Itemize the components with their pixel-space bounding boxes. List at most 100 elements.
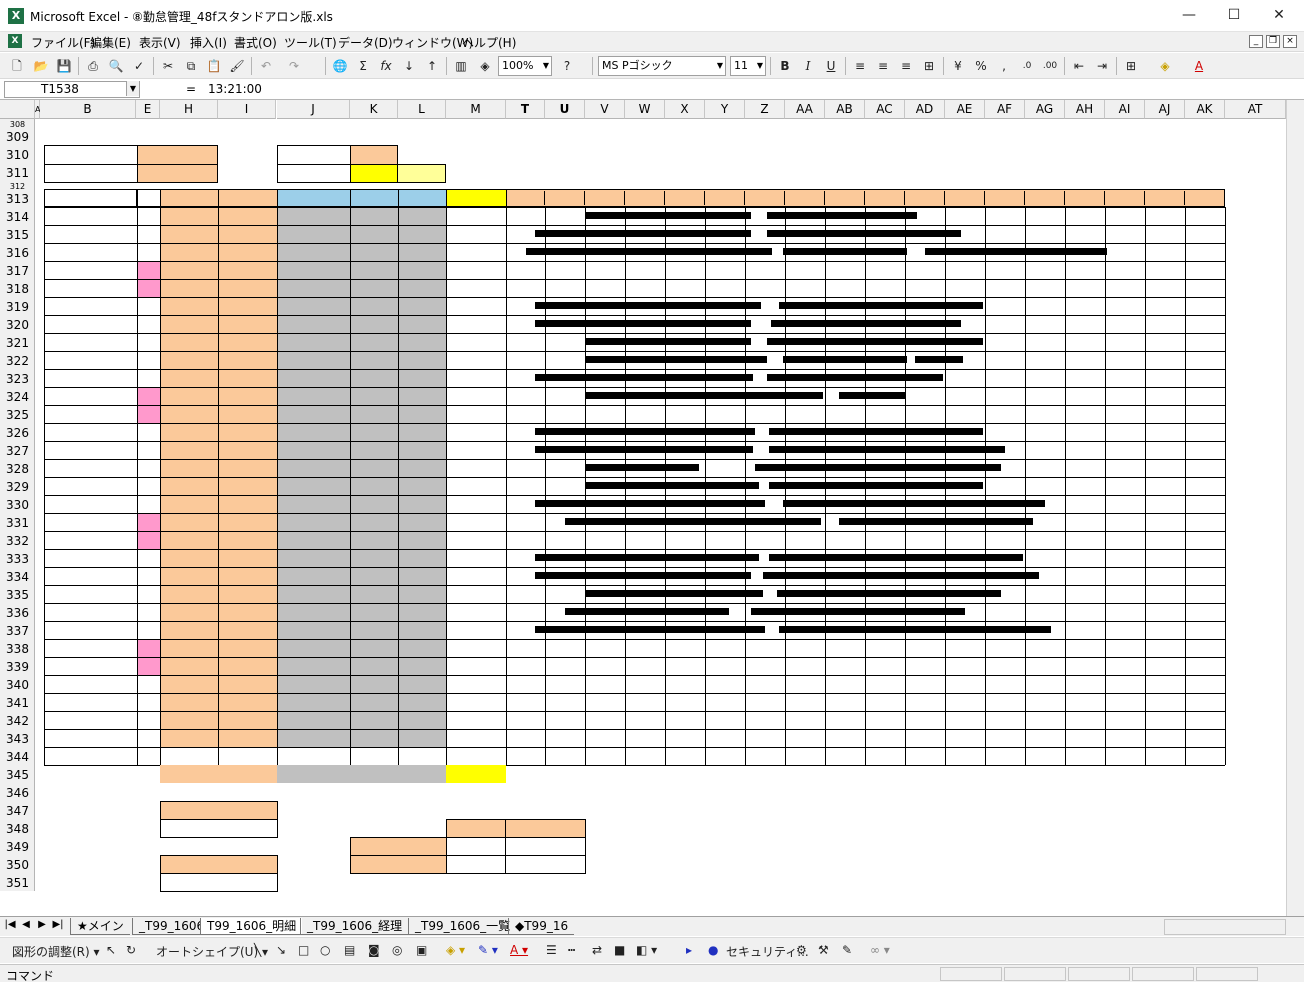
overtime-cell[interactable] bbox=[350, 477, 399, 496]
arrow-icon[interactable]: ↘ bbox=[276, 943, 286, 957]
date-cell[interactable] bbox=[44, 513, 138, 532]
row-header[interactable]: 334 bbox=[0, 567, 35, 585]
row-header[interactable]: 330 bbox=[0, 495, 35, 513]
pay-cell[interactable] bbox=[160, 513, 219, 532]
align-right-icon[interactable]: ≡ bbox=[897, 57, 915, 75]
row-header[interactable]: 327 bbox=[0, 441, 35, 459]
menu-item[interactable]: ツール(T) bbox=[284, 34, 337, 51]
mdi-restore-button[interactable]: ❐ bbox=[1266, 35, 1280, 48]
next-sheet-icon[interactable]: ▶ bbox=[36, 919, 48, 930]
date-cell[interactable] bbox=[44, 459, 138, 478]
meal-cell[interactable] bbox=[446, 243, 507, 262]
row-header[interactable]: 314 bbox=[0, 207, 35, 225]
row-header[interactable]: 329 bbox=[0, 477, 35, 495]
increase-indent-icon[interactable]: ⇥ bbox=[1093, 57, 1111, 75]
work-time-cell[interactable] bbox=[277, 297, 351, 316]
pay-cell[interactable] bbox=[160, 639, 219, 658]
horizontal-scrollbar[interactable] bbox=[1164, 919, 1286, 935]
underline-button[interactable]: U bbox=[822, 57, 840, 75]
row-header[interactable]: 349 bbox=[0, 837, 35, 855]
night-cell[interactable] bbox=[398, 369, 447, 388]
night-cell[interactable] bbox=[398, 549, 447, 568]
row-header[interactable]: 326 bbox=[0, 423, 35, 441]
meal-cell[interactable] bbox=[446, 297, 507, 316]
work-time-cell[interactable] bbox=[277, 621, 351, 640]
date-cell[interactable] bbox=[44, 441, 138, 460]
overtime-cell[interactable] bbox=[350, 621, 399, 640]
empty-cell[interactable] bbox=[137, 747, 161, 766]
align-left-icon[interactable]: ≡ bbox=[851, 57, 869, 75]
date-cell[interactable] bbox=[44, 639, 138, 658]
close-button[interactable]: ✕ bbox=[1264, 4, 1294, 26]
row-header[interactable]: 341 bbox=[0, 693, 35, 711]
night-cell[interactable] bbox=[398, 351, 447, 370]
date-cell[interactable] bbox=[44, 549, 138, 568]
column-header[interactable]: AH bbox=[1065, 100, 1105, 119]
pay-cell[interactable] bbox=[160, 549, 219, 568]
date-cell[interactable] bbox=[44, 621, 138, 640]
weekday-cell[interactable] bbox=[137, 549, 161, 568]
weekday-cell[interactable] bbox=[137, 261, 161, 280]
work-time-cell[interactable] bbox=[277, 261, 351, 280]
weekday-cell[interactable] bbox=[137, 531, 161, 550]
meal-cell[interactable] bbox=[446, 693, 507, 712]
night-cell[interactable] bbox=[398, 297, 447, 316]
paste-icon[interactable]: 📋 bbox=[205, 57, 223, 75]
night-cell[interactable] bbox=[398, 657, 447, 676]
night-cell[interactable] bbox=[398, 603, 447, 622]
diagram-icon[interactable]: ◎ bbox=[392, 943, 402, 957]
weekday-cell[interactable] bbox=[137, 297, 161, 316]
menu-item[interactable]: 書式(O) bbox=[234, 34, 277, 51]
date-cell[interactable] bbox=[44, 369, 138, 388]
row-header[interactable]: 325 bbox=[0, 405, 35, 423]
row-header[interactable]: 324 bbox=[0, 387, 35, 405]
add-pay-cell[interactable] bbox=[218, 333, 278, 352]
column-header[interactable]: Z bbox=[745, 100, 785, 119]
meal-cell[interactable] bbox=[446, 495, 507, 514]
night-cell[interactable] bbox=[398, 639, 447, 658]
menu-item[interactable]: データ(D) bbox=[338, 34, 393, 51]
pay-cell[interactable] bbox=[160, 585, 219, 604]
row-header[interactable]: 345 bbox=[0, 765, 35, 783]
overtime-cell[interactable] bbox=[350, 405, 399, 424]
column-header[interactable]: L bbox=[398, 100, 446, 119]
menu-item[interactable]: 表示(V) bbox=[139, 34, 181, 51]
night-cell[interactable] bbox=[398, 423, 447, 442]
meal-cell[interactable] bbox=[446, 513, 507, 532]
row-header[interactable]: 322 bbox=[0, 351, 35, 369]
work-time-cell[interactable] bbox=[277, 513, 351, 532]
night-cell[interactable] bbox=[398, 387, 447, 406]
work-time-cell[interactable] bbox=[277, 333, 351, 352]
font-color-draw-icon[interactable]: A ▾ bbox=[510, 943, 528, 957]
meal-cell[interactable] bbox=[446, 639, 507, 658]
column-header[interactable]: K bbox=[350, 100, 398, 119]
night-cell[interactable] bbox=[398, 531, 447, 550]
overtime-cell[interactable] bbox=[350, 567, 399, 586]
row-header[interactable]: 320 bbox=[0, 315, 35, 333]
meal-cell[interactable] bbox=[446, 333, 507, 352]
date-cell[interactable] bbox=[44, 297, 138, 316]
column-header[interactable]: V bbox=[585, 100, 625, 119]
add-pay-cell[interactable] bbox=[218, 459, 278, 478]
add-pay-cell[interactable] bbox=[218, 279, 278, 298]
night-cell[interactable] bbox=[398, 207, 447, 226]
date-cell[interactable] bbox=[44, 495, 138, 514]
night-cell[interactable] bbox=[398, 225, 447, 244]
overtime-cell[interactable] bbox=[350, 225, 399, 244]
add-pay-cell[interactable] bbox=[218, 639, 278, 658]
add-pay-cell[interactable] bbox=[218, 567, 278, 586]
night-cell[interactable] bbox=[398, 315, 447, 334]
work-time-cell[interactable] bbox=[277, 693, 351, 712]
pay-cell[interactable] bbox=[160, 675, 219, 694]
zoom-select[interactable]: 100% ▼ bbox=[498, 56, 552, 76]
date-cell[interactable] bbox=[44, 333, 138, 352]
tools-icon[interactable]: ⚒ bbox=[818, 943, 829, 957]
weekday-cell[interactable] bbox=[137, 333, 161, 352]
add-pay-cell[interactable] bbox=[218, 585, 278, 604]
help-icon[interactable]: ? bbox=[558, 57, 576, 75]
arrow-style-icon[interactable]: ⇄ bbox=[592, 943, 602, 957]
open-icon[interactable]: 📂 bbox=[32, 57, 50, 75]
night-cell[interactable] bbox=[398, 585, 447, 604]
work-time-cell[interactable] bbox=[277, 603, 351, 622]
menu-item[interactable]: ファイル(F) bbox=[31, 34, 95, 51]
